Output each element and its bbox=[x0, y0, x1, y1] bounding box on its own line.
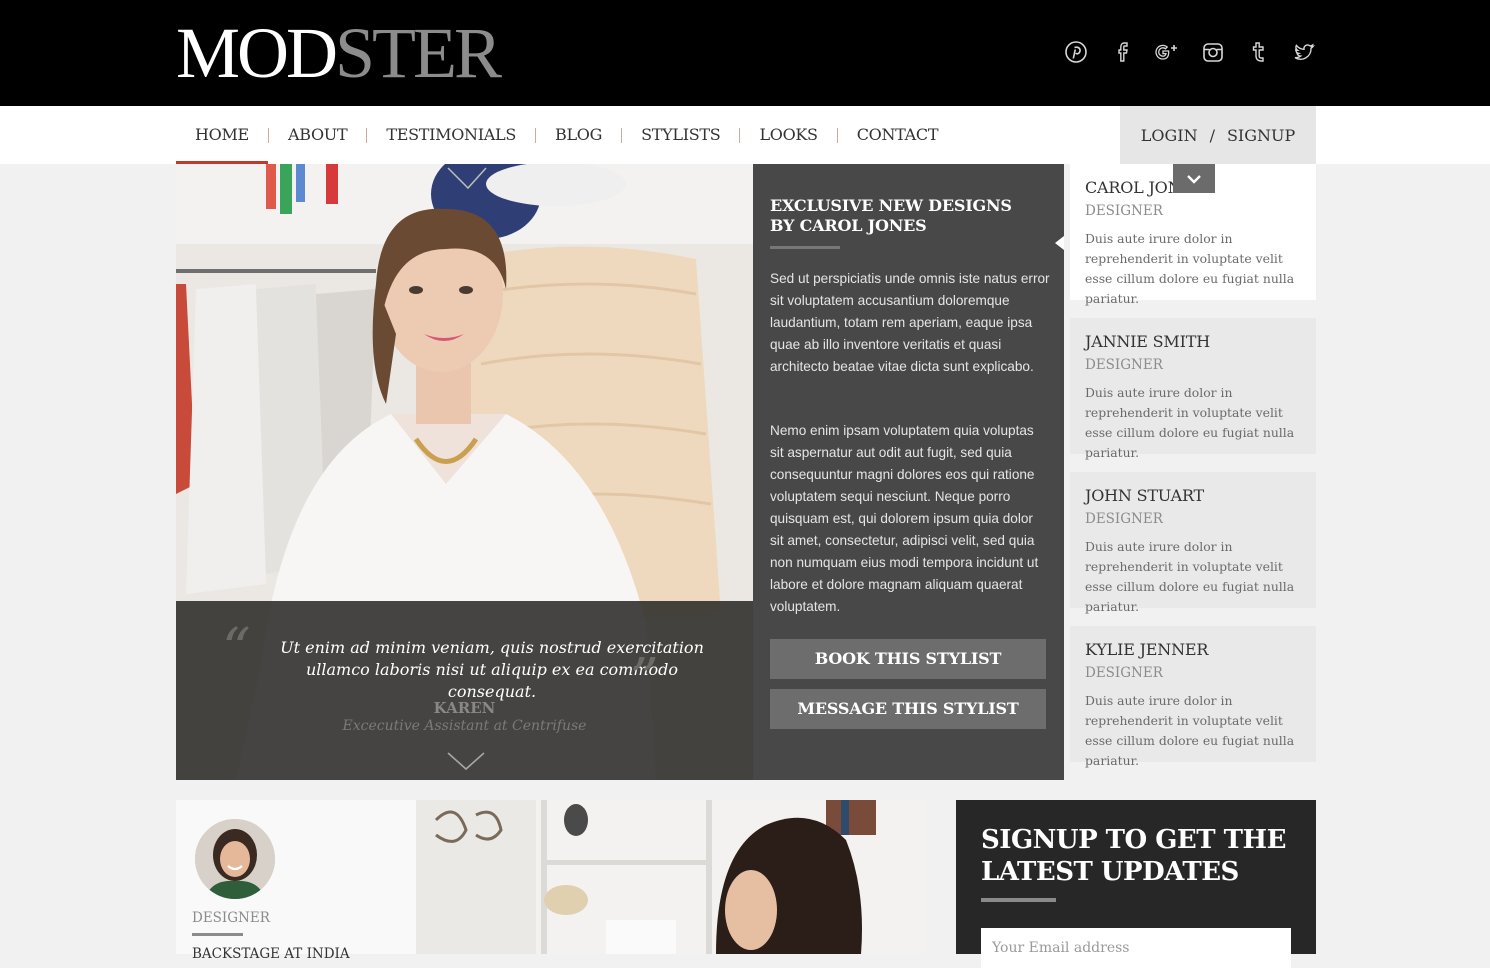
stylist-name: JOHN STUART bbox=[1085, 486, 1204, 505]
post-category: DESIGNER bbox=[192, 910, 270, 926]
main-nav: HOME ABOUT TESTIMONIALS BLOG STYLISTS LO… bbox=[176, 106, 957, 164]
category-underline bbox=[192, 933, 243, 936]
feature-paragraph-1: Sed ut perspiciatis unde omnis iste natu… bbox=[770, 271, 1050, 374]
twitter-icon[interactable] bbox=[1292, 39, 1316, 65]
feature-title: EXCLUSIVE NEW DESIGNS BY CAROL JONES bbox=[770, 196, 1012, 235]
google-plus-icon[interactable] bbox=[1155, 39, 1179, 65]
stylist-name: KYLIE JENNER bbox=[1085, 640, 1209, 659]
login-link[interactable]: LOGIN bbox=[1141, 126, 1198, 145]
signup-title: SIGNUP TO GET THE LATEST UPDATES bbox=[981, 825, 1286, 887]
signup-underline bbox=[981, 898, 1056, 902]
brand-logo[interactable]: MODSTER bbox=[176, 17, 502, 89]
pinterest-icon[interactable] bbox=[1064, 39, 1088, 65]
nav-contact[interactable]: CONTACT bbox=[838, 106, 958, 164]
chevron-down-icon bbox=[1187, 174, 1201, 184]
open-quote-icon: “ bbox=[222, 617, 251, 682]
stylist-description: Duis aute irure dolor in reprehenderit i… bbox=[1085, 385, 1295, 460]
logo-text-light: STER bbox=[335, 13, 502, 93]
signup-link[interactable]: SIGNUP bbox=[1227, 126, 1295, 145]
stylist-description: Duis aute irure dolor in reprehenderit i… bbox=[1085, 693, 1295, 768]
tumblr-icon[interactable] bbox=[1246, 39, 1270, 65]
avatar-photo bbox=[195, 819, 275, 899]
scroll-down-button[interactable] bbox=[1173, 164, 1215, 193]
stylist-role: DESIGNER bbox=[1085, 665, 1163, 681]
facebook-icon[interactable] bbox=[1110, 39, 1134, 65]
testimonial-author: KAREN bbox=[433, 699, 496, 717]
title-underline bbox=[770, 246, 840, 249]
stylist-card[interactable]: JOHN STUART DESIGNER Duis aute irure dol… bbox=[1070, 472, 1316, 614]
email-field[interactable] bbox=[981, 928, 1291, 968]
social-links bbox=[1064, 38, 1316, 66]
testimonial-author-role: Excecutive Assistant at Centrifuse bbox=[342, 718, 587, 734]
post-title[interactable]: BACKSTAGE AT INDIA bbox=[192, 946, 350, 962]
chevron-down-icon[interactable] bbox=[446, 751, 486, 771]
instagram-icon[interactable] bbox=[1201, 39, 1225, 65]
stylist-description: Duis aute irure dolor in reprehenderit i… bbox=[1085, 539, 1295, 614]
top-header: MODSTER bbox=[0, 0, 1490, 106]
active-pointer bbox=[1055, 236, 1064, 250]
stylist-description: Duis aute irure dolor in reprehenderit i… bbox=[1085, 231, 1295, 306]
message-stylist-button[interactable]: MESSAGE THIS STYLIST bbox=[770, 689, 1046, 729]
book-stylist-button[interactable]: BOOK THIS STYLIST bbox=[770, 639, 1046, 679]
main-navbar: HOME ABOUT TESTIMONIALS BLOG STYLISTS LO… bbox=[0, 106, 1490, 164]
testimonial-overlay: “ Ut enim ad minim veniam, quis nostrud … bbox=[176, 601, 753, 780]
avatar bbox=[195, 819, 275, 899]
nav-blog[interactable]: BLOG bbox=[536, 106, 621, 164]
nav-home[interactable]: HOME bbox=[176, 106, 268, 164]
logo-text-dark: MOD bbox=[176, 13, 338, 93]
feature-panel: EXCLUSIVE NEW DESIGNS BY CAROL JONES Sed… bbox=[753, 164, 1064, 780]
studio-photo bbox=[416, 800, 926, 954]
stylist-name: JANNIE SMITH bbox=[1085, 332, 1210, 351]
nav-testimonials[interactable]: TESTIMONIALS bbox=[367, 106, 535, 164]
post-image bbox=[416, 800, 926, 954]
stylist-role: DESIGNER bbox=[1085, 357, 1163, 373]
newsletter-signup: SIGNUP TO GET THE LATEST UPDATES bbox=[956, 800, 1316, 968]
stylist-role: DESIGNER bbox=[1085, 511, 1163, 527]
post-card[interactable]: DESIGNER BACKSTAGE AT INDIA bbox=[176, 800, 416, 962]
nav-stylists[interactable]: STYLISTS bbox=[622, 106, 739, 164]
stylist-card[interactable]: KYLIE JENNER DESIGNER Duis aute irure do… bbox=[1070, 626, 1316, 768]
auth-links: LOGIN / SIGNUP bbox=[1120, 106, 1316, 164]
nav-about[interactable]: ABOUT bbox=[269, 106, 366, 164]
auth-separator: / bbox=[1209, 125, 1215, 145]
feature-paragraph-2: Nemo enim ipsam voluptatem quia voluptas… bbox=[770, 423, 1039, 614]
stylist-role: DESIGNER bbox=[1085, 203, 1163, 219]
nav-looks[interactable]: LOOKS bbox=[740, 106, 836, 164]
stylist-card[interactable]: JANNIE SMITH DESIGNER Duis aute irure do… bbox=[1070, 318, 1316, 460]
